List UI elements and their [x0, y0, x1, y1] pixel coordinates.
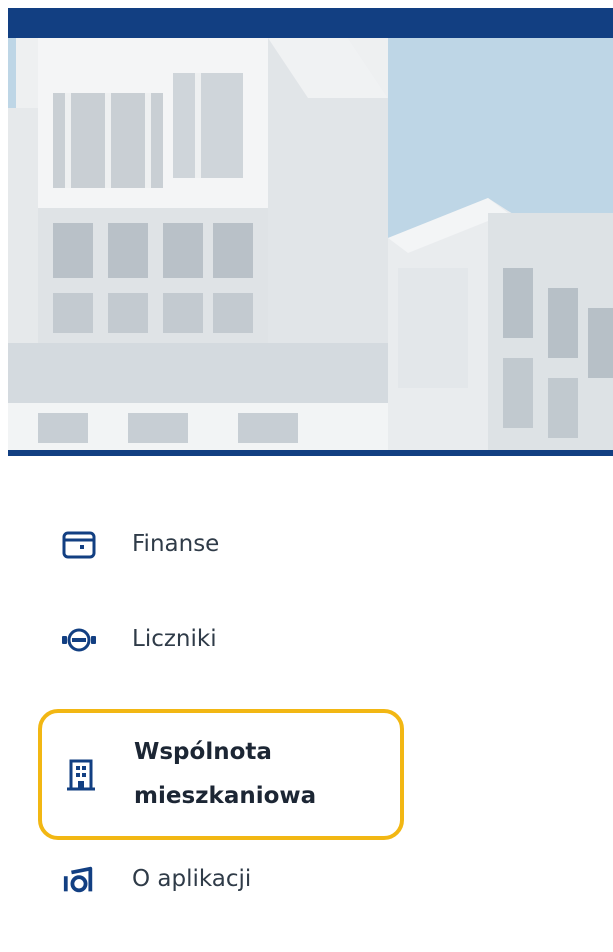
about-app-icon [62, 863, 96, 897]
main-menu: Finanse Liczniki Wspólnota mieszkaniowa … [0, 456, 613, 952]
menu-item-o-aplikacji[interactable]: O aplikacji [38, 854, 408, 906]
menu-item-finanse[interactable]: Finanse [38, 521, 408, 569]
building-icon [64, 758, 98, 792]
meter-icon [62, 623, 96, 657]
menu-item-label: Wspólnota mieszkaniowa [134, 738, 317, 809]
menu-item-liczniki[interactable]: Liczniki [38, 616, 408, 664]
menu-item-label: Liczniki [132, 626, 217, 653]
menu-item-wspolnota-mieszkaniowa[interactable]: Wspólnota mieszkaniowa [38, 709, 404, 840]
menu-item-label: Finanse [132, 531, 220, 558]
menu-item-label: O aplikacji [132, 866, 252, 893]
app-screen: Finanse Liczniki Wspólnota mieszkaniowa … [0, 0, 613, 952]
top-bar [8, 8, 613, 38]
hero-image [8, 38, 613, 450]
wallet-icon [62, 528, 96, 562]
